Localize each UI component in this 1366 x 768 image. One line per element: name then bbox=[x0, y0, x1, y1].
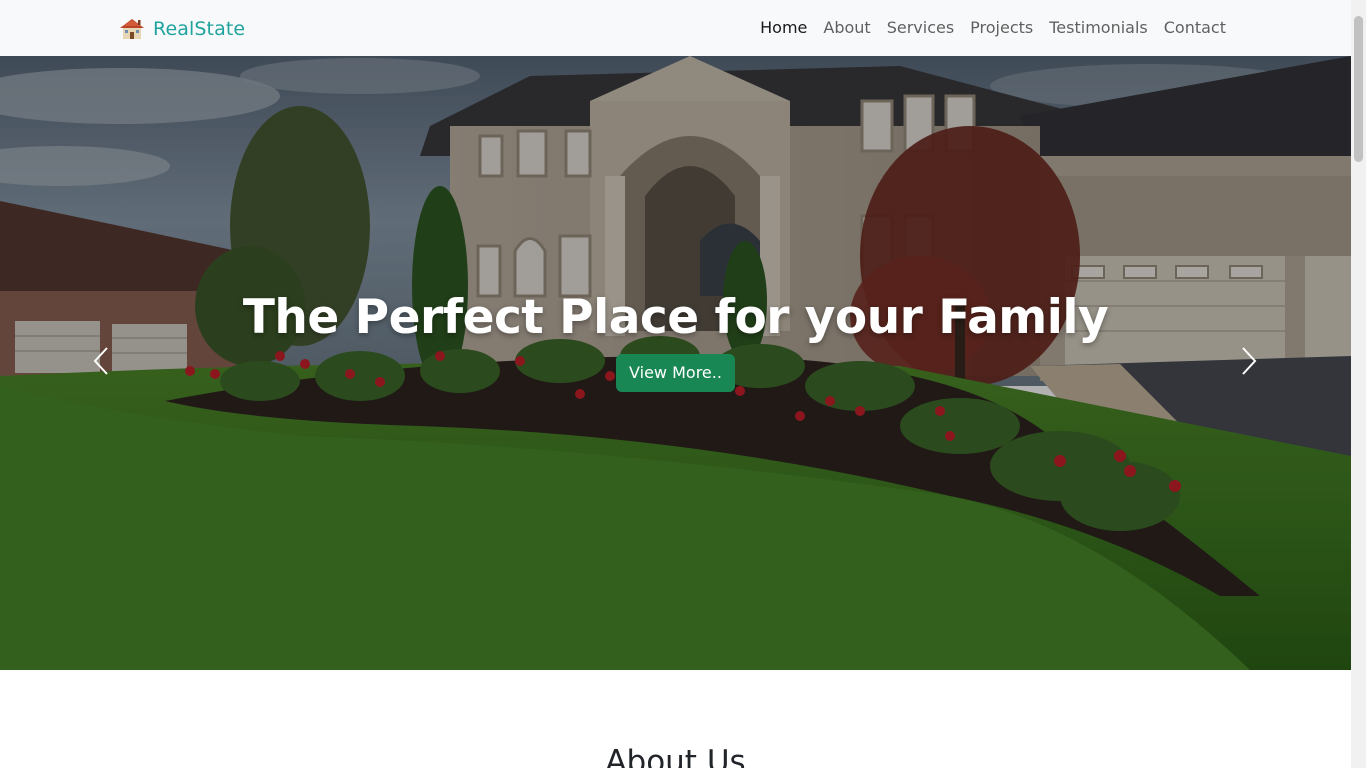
view-more-button[interactable]: View More.. bbox=[616, 354, 735, 392]
nav-link-about[interactable]: About bbox=[823, 17, 870, 39]
hero-caption: The Perfect Place for your Family View M… bbox=[0, 286, 1351, 392]
hero-carousel: The Perfect Place for your Family View M… bbox=[0, 56, 1351, 670]
hero-title: The Perfect Place for your Family bbox=[242, 290, 1109, 345]
page: RealState Home About Services Projects T… bbox=[0, 0, 1351, 768]
brand-name: RealState bbox=[153, 18, 246, 40]
about-title: About Us bbox=[605, 744, 746, 768]
chevron-left-icon bbox=[92, 346, 110, 380]
carousel-next-button[interactable] bbox=[1229, 336, 1269, 390]
about-section: About Us bbox=[0, 670, 1351, 768]
chevron-right-icon bbox=[1240, 346, 1258, 380]
nav-link-testimonials[interactable]: Testimonials bbox=[1049, 17, 1148, 39]
nav-link-projects[interactable]: Projects bbox=[970, 17, 1033, 39]
navbar: RealState Home About Services Projects T… bbox=[0, 0, 1351, 56]
nav-link-services[interactable]: Services bbox=[887, 17, 954, 39]
house-logo-icon bbox=[118, 17, 146, 41]
nav-link-contact[interactable]: Contact bbox=[1164, 17, 1226, 39]
nav-link-home[interactable]: Home bbox=[760, 17, 807, 39]
vertical-scrollbar[interactable] bbox=[1351, 0, 1366, 768]
brand-link[interactable]: RealState bbox=[118, 14, 245, 44]
main-nav: Home About Services Projects Testimonial… bbox=[760, 17, 1226, 39]
carousel-prev-button[interactable] bbox=[81, 336, 121, 390]
scrollbar-thumb[interactable] bbox=[1354, 16, 1363, 162]
